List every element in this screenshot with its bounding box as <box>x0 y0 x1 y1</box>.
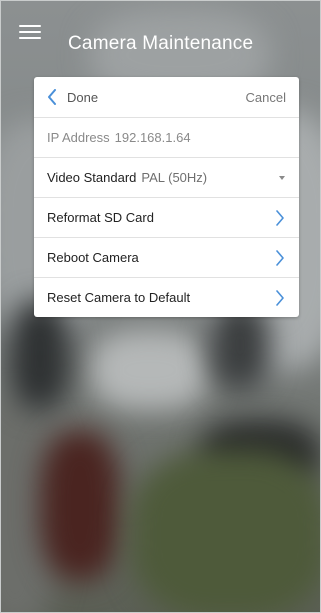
reset-camera-default-row[interactable]: Reset Camera to Default <box>34 277 299 317</box>
reformat-sd-card-label: Reformat SD Card <box>47 210 154 225</box>
chevron-right-icon <box>276 250 284 266</box>
done-button[interactable]: Done <box>47 89 98 105</box>
done-label: Done <box>67 89 99 105</box>
reboot-camera-row[interactable]: Reboot Camera <box>34 237 299 277</box>
reboot-camera-label: Reboot Camera <box>47 250 139 265</box>
reformat-sd-card-row[interactable]: Reformat SD Card <box>34 197 299 237</box>
video-standard-select[interactable]: Video Standard PAL (50Hz) <box>34 157 299 197</box>
video-standard-label: Video Standard <box>47 170 137 185</box>
maintenance-card: Done Cancel IP Address 192.168.1.64 Vide… <box>34 77 299 317</box>
hamburger-menu-icon[interactable] <box>19 25 41 39</box>
top-bar: Camera Maintenance <box>0 0 321 76</box>
chevron-right-icon <box>276 290 284 306</box>
page-title: Camera Maintenance <box>68 33 254 54</box>
chevron-left-icon <box>48 89 56 105</box>
ip-address-label: IP Address <box>47 130 110 145</box>
reset-camera-default-label: Reset Camera to Default <box>47 290 191 305</box>
ip-address-row: IP Address 192.168.1.64 <box>34 117 299 157</box>
dropdown-caret-icon <box>279 176 285 180</box>
chevron-right-icon <box>276 210 284 226</box>
video-standard-value: PAL (50Hz) <box>141 170 208 185</box>
cancel-button[interactable]: Cancel <box>246 90 286 105</box>
card-header: Done Cancel <box>34 77 299 117</box>
ip-address-value: 192.168.1.64 <box>114 130 191 145</box>
